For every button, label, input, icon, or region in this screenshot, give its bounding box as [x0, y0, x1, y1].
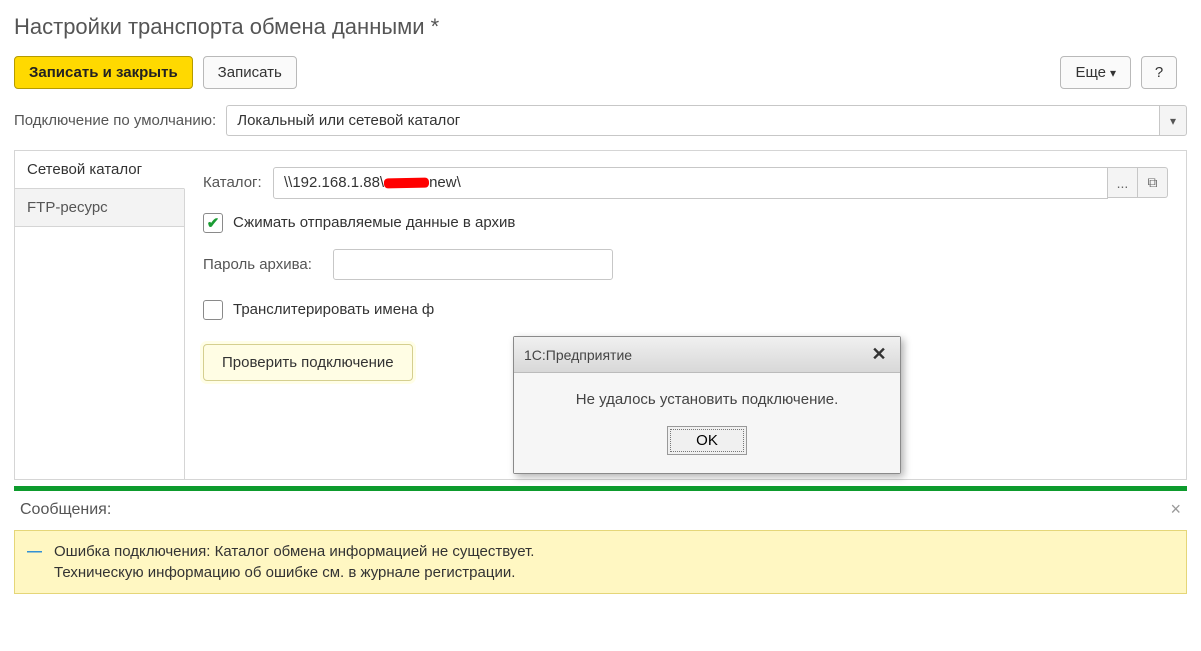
browse-button[interactable]: ... [1108, 167, 1138, 198]
archive-password-input[interactable] [333, 249, 613, 280]
error-dialog: 1С:Предприятие ✕ Не удалось установить п… [513, 336, 901, 474]
dialog-titlebar[interactable]: 1С:Предприятие ✕ [514, 337, 900, 373]
messages-title: Сообщения: [20, 501, 111, 519]
transliterate-row: Транслитерировать имена ф [203, 300, 1168, 320]
toolbar: Записать и закрыть Записать Еще ▾ ? [14, 56, 1187, 89]
catalog-value-suffix: new\ [429, 174, 461, 191]
archive-password-row: Пароль архива: [203, 249, 1168, 280]
chevron-down-icon: ▾ [1170, 114, 1176, 128]
archive-password-label: Пароль архива: [203, 256, 333, 273]
catalog-value-prefix: \\192.168.1.88\ [284, 174, 384, 191]
page-title: Настройки транспорта обмена данными * [14, 14, 1187, 40]
default-connection-value: Локальный или сетевой каталог [226, 105, 1159, 136]
catalog-row: Каталог: \\192.168.1.88\xxxxxxnew\ ... ⧉ [203, 167, 1168, 199]
dialog-title: 1С:Предприятие [524, 347, 632, 363]
minus-icon: — [27, 543, 42, 560]
dialog-body: Не удалось установить подключение. OK [514, 373, 900, 473]
transliterate-label: Транслитерировать имена ф [233, 301, 434, 318]
default-connection-select[interactable]: Локальный или сетевой каталог ▾ [226, 105, 1187, 136]
catalog-input[interactable]: \\192.168.1.88\xxxxxxnew\ [273, 167, 1108, 199]
dialog-close-button[interactable]: ✕ [868, 344, 890, 365]
tabs: Сетевой каталог FTP-ресурс [15, 151, 185, 479]
dropdown-button[interactable]: ▾ [1159, 105, 1187, 136]
message-line-2: Техническую информацию об ошибке см. в ж… [54, 564, 515, 581]
copy-button[interactable]: ⧉ [1138, 167, 1168, 198]
transliterate-checkbox[interactable] [203, 300, 223, 320]
save-button[interactable]: Записать [203, 56, 297, 89]
compress-row: Сжимать отправляемые данные в архив [203, 213, 1168, 233]
compress-checkbox[interactable] [203, 213, 223, 233]
save-close-button[interactable]: Записать и закрыть [14, 56, 193, 89]
redacted-segment: xxxxxx [384, 175, 429, 192]
messages-close-button[interactable]: × [1170, 499, 1181, 520]
default-connection-label: Подключение по умолчанию: [14, 112, 216, 129]
more-button-label: Еще [1075, 64, 1106, 81]
tab-ftp-resource[interactable]: FTP-ресурс [15, 189, 184, 227]
check-connection-button[interactable]: Проверить подключение [203, 344, 413, 381]
message-line-1: Ошибка подключения: Каталог обмена инфор… [54, 543, 534, 560]
help-button[interactable]: ? [1141, 56, 1177, 89]
dialog-message: Не удалось установить подключение. [526, 391, 888, 408]
more-button[interactable]: Еще ▾ [1060, 56, 1131, 89]
dialog-ok-button[interactable]: OK [667, 426, 747, 455]
message-box: — Ошибка подключения: Каталог обмена инф… [14, 530, 1187, 594]
copy-icon: ⧉ [1148, 174, 1158, 191]
catalog-label: Каталог: [203, 174, 273, 191]
message-text: Ошибка подключения: Каталог обмена инфор… [54, 541, 534, 583]
default-connection-row: Подключение по умолчанию: Локальный или … [14, 105, 1187, 136]
compress-label: Сжимать отправляемые данные в архив [233, 214, 515, 231]
tab-network-catalog[interactable]: Сетевой каталог [15, 151, 185, 189]
messages-header: Сообщения: × [14, 491, 1187, 524]
chevron-down-icon: ▾ [1110, 66, 1116, 80]
